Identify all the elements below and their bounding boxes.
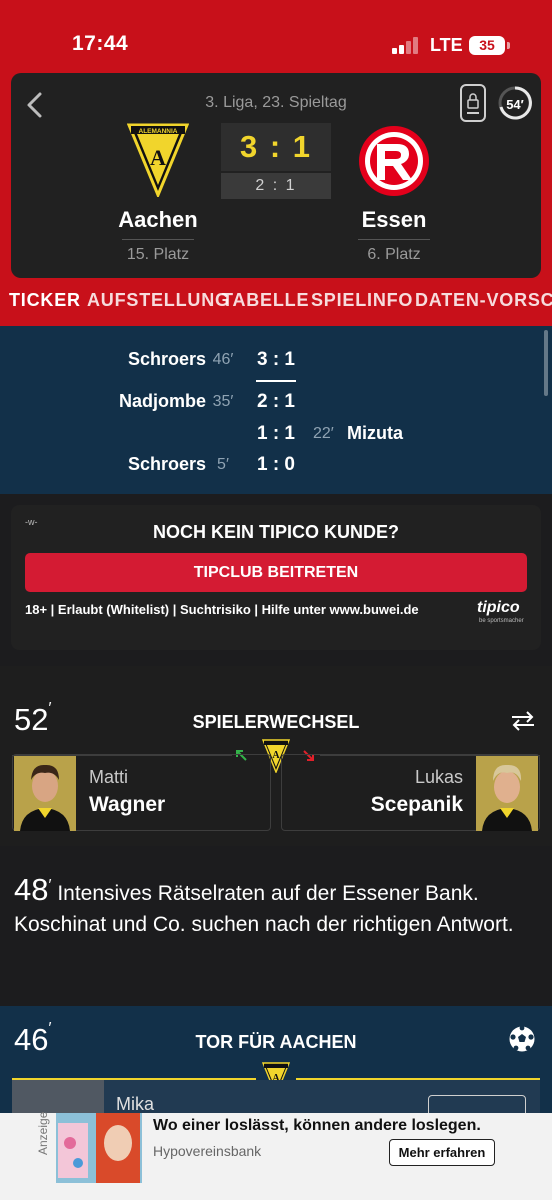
match-card: 3. Liga, 23. Spieltag 54′ ALEMANNIA A 3 … [11,73,541,278]
tipico-ad: -w- NOCH KEIN TIPICO KUNDE? TIPCLUB BEIT… [11,505,541,650]
tipico-logo: tipico [477,599,520,616]
tab-ticker[interactable]: TICKER [9,290,81,311]
player-out-photo [476,756,538,831]
goal-scorer-photo [12,1080,104,1116]
substitution-title: SPIELERWECHSEL [192,712,360,732]
home-team-rank: 15. Platz [126,246,190,263]
status-time: 17:44 [72,32,129,55]
home-team-name[interactable]: Aachen [108,207,208,233]
aachen-crest-icon[interactable]: ALEMANNIA A [127,123,189,197]
goal-score: 1 : 1 [256,423,296,444]
tipico-logo-tagline: be sportsmacher [479,618,524,624]
swap-arrows-icon [512,711,534,731]
player-out-last-name: Scepanik [370,793,463,816]
tab-aufstellung[interactable]: AUFSTELLUNG [87,290,230,311]
goal-scorer: Mizuta [347,423,403,443]
tab-bar: TICKER AUFSTELLUNG TABELLE SPIELINFO DAT… [0,290,552,322]
goal-minute: 35′ [212,393,234,410]
goal-scorer: Schroers [127,454,206,474]
goal-score: 3 : 1 [256,349,296,370]
svg-text:A: A [150,145,166,170]
status-bar: 17:44 LTE 35 [0,0,552,70]
goal-minute: 46′ [212,351,234,368]
ad-learn-more-button[interactable]: Mehr erfahren [389,1139,495,1166]
current-score: 3 : 1 [221,123,331,171]
svg-text:ALEMANNIA: ALEMANNIA [139,128,178,135]
ad-title: NOCH KEIN TIPICO KUNDE? [152,522,399,542]
away-team-name[interactable]: Essen [344,207,444,233]
ad-label: Anzeige [36,1111,50,1155]
goal-row: Nadjombe 35′ 2 : 1 [0,391,552,419]
goal-scorer-first-name: Mika [116,1094,155,1114]
goal-scorer: Schroers [127,349,206,369]
goal-row: 1 : 1 22′ Mizuta [0,423,552,451]
signal-icon [392,36,422,54]
goal-score: 1 : 0 [256,454,296,475]
away-team-rank: 6. Platz [367,246,421,263]
goal-row: Schroers 46′ 3 : 1 [0,349,552,377]
entry-text: Intensives Rätselraten auf der Essener B… [14,882,514,936]
entry-minute: 48 [14,872,49,907]
goal-scorer: Nadjombe [118,391,206,411]
player-out-card[interactable]: Lukas Scepanik [281,754,540,831]
latest-score-underline [256,380,296,382]
match-minute-badge: 54′ [506,97,524,112]
goal-minute: 22′ [313,425,334,442]
tab-tabelle[interactable]: TABELLE [222,290,309,311]
player-out-first-name: Lukas [414,767,463,787]
away-team-divider [358,239,430,240]
home-team-divider [122,239,194,240]
goal-event-title: TOR FÜR AACHEN [195,1032,357,1052]
svg-text:A: A [272,750,280,761]
goal-score: 2 : 1 [256,391,296,412]
tab-daten-vorschau[interactable]: DATEN-VORSCHAU [415,290,552,311]
player-in-photo [14,756,76,831]
ad-legal-text: 18+ | Erlaubt (Whitelist) | Suchtrisiko … [25,602,419,617]
ad-headline: Wo einer loslässt, können andere loslege… [153,1117,481,1134]
player-in-first-name: Matti [89,767,129,787]
essen-crest-icon[interactable] [357,124,431,198]
player-in-card[interactable]: Matti Wagner [12,754,271,831]
ad-image [56,1113,142,1183]
tipclub-join-button[interactable]: TIPCLUB BEITRETEN [25,553,527,592]
network-label: LTE [430,35,463,55]
ticker-text-entry: 48′ Intensives Rätselraten auf der Essen… [14,872,514,936]
soccer-ball-icon [509,1025,535,1052]
goal-row: Schroers 5′ 1 : 0 [0,454,552,482]
player-in-last-name: Wagner [89,793,166,816]
halftime-score: 2 : 1 [221,173,331,199]
lock-screen-icon[interactable] [460,84,486,122]
ad-brand: Hypovereinsbank [153,1143,262,1159]
tab-spielinfo[interactable]: SPIELINFO [311,290,413,311]
goal-minute: 5′ [217,456,229,473]
battery-icon: 35 [469,36,510,55]
